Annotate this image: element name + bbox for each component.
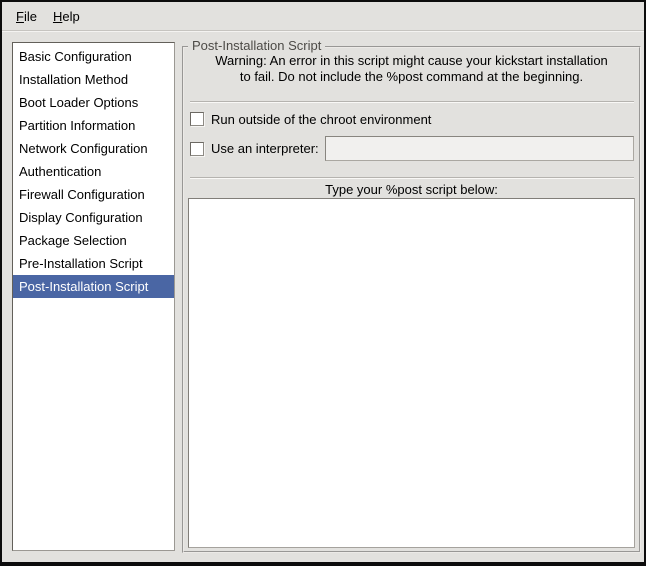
separator-top bbox=[190, 101, 634, 103]
sidebar-item-authentication[interactable]: Authentication bbox=[13, 160, 174, 183]
interpreter-entry[interactable] bbox=[325, 136, 634, 161]
menubar: File Help bbox=[2, 2, 644, 31]
sidebar-item-partition-information[interactable]: Partition Information bbox=[13, 114, 174, 137]
separator-bottom bbox=[190, 177, 634, 179]
sidebar-item-basic-configuration[interactable]: Basic Configuration bbox=[13, 45, 174, 68]
sidebar-item-installation-method[interactable]: Installation Method bbox=[13, 68, 174, 91]
script-area-label: Type your %post script below: bbox=[188, 182, 635, 197]
frame-title: Post-Installation Script bbox=[188, 38, 325, 53]
interpreter-checkbox[interactable] bbox=[190, 142, 204, 156]
warning-line-1: Warning: An error in this script might c… bbox=[188, 53, 635, 69]
post-script-textarea[interactable] bbox=[188, 198, 635, 548]
sidebar-item-boot-loader-options[interactable]: Boot Loader Options bbox=[13, 91, 174, 114]
sidebar-item-post-installation-script[interactable]: Post-Installation Script bbox=[13, 275, 174, 298]
sidebar-item-firewall-configuration[interactable]: Firewall Configuration bbox=[13, 183, 174, 206]
chroot-option-row: Run outside of the chroot environment bbox=[190, 111, 490, 127]
warning-text: Warning: An error in this script might c… bbox=[188, 53, 635, 85]
sidebar-item-display-configuration[interactable]: Display Configuration bbox=[13, 206, 174, 229]
chroot-checkbox-label: Run outside of the chroot environment bbox=[211, 112, 431, 127]
sidebar-item-network-configuration[interactable]: Network Configuration bbox=[13, 137, 174, 160]
warning-line-2: to fail. Do not include the %post comman… bbox=[188, 69, 635, 85]
sidebar-item-pre-installation-script[interactable]: Pre-Installation Script bbox=[13, 252, 174, 275]
chroot-checkbox[interactable] bbox=[190, 112, 204, 126]
kickstart-configurator-window: File Help Basic ConfigurationInstallatio… bbox=[0, 0, 646, 566]
sidebar-list: Basic ConfigurationInstallation MethodBo… bbox=[12, 42, 175, 551]
menu-file[interactable]: File bbox=[8, 5, 45, 28]
interpreter-option-row: Use an interpreter: bbox=[190, 136, 634, 161]
interpreter-checkbox-label: Use an interpreter: bbox=[211, 141, 319, 156]
sidebar-item-package-selection[interactable]: Package Selection bbox=[13, 229, 174, 252]
menu-help[interactable]: Help bbox=[45, 5, 88, 28]
